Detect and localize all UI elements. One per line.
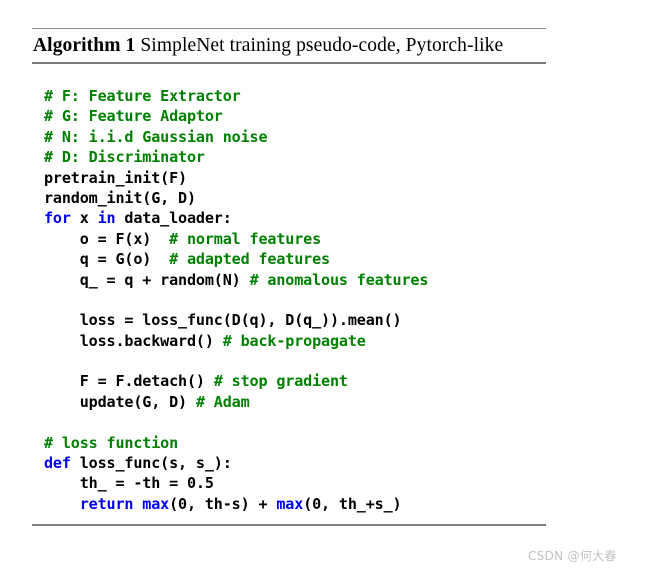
code-token-keyword: return max (79, 494, 170, 513)
csdn-watermark: CSDN @何大春 (528, 549, 617, 563)
code-token-plain: o = F(x) (44, 229, 170, 248)
code-token-comment: # normal features (169, 229, 322, 248)
code-token-plain: loss.backward() (44, 331, 223, 350)
code-line: for x in data_loader: (44, 208, 604, 228)
code-line: # N: i.i.d Gaussian noise (44, 127, 604, 147)
code-token-plain: (0, th-s) + (169, 494, 277, 513)
code-line: update(G, D) # Adam (44, 392, 604, 412)
code-token-plain: data_loader: (115, 209, 232, 228)
code-token-plain: update(G, D) (44, 392, 196, 411)
code-line: random_init(G, D) (44, 188, 604, 208)
code-token-plain: pretrain_init(F) (44, 168, 187, 187)
code-token-comment: # F: Feature Extractor (44, 87, 241, 105)
code-token-comment: # D: Discriminator (44, 148, 205, 167)
code-line: F = F.detach() # stop gradient (44, 371, 604, 391)
code-line: return max(0, th-s) + max(0, th_+s_) (44, 494, 604, 514)
title-underline-rule (32, 61, 546, 64)
code-line: # G: Feature Adaptor (44, 106, 604, 126)
code-token-plain: loss = loss_func(D(q), D(q_)).mean() (44, 311, 402, 330)
pseudo-code-listing: # F: Feature Extractor # G: Feature Adapt… (44, 86, 604, 514)
code-line: # F: Feature Extractor (44, 86, 604, 106)
code-token-plain: (0, th_+s_) (303, 494, 402, 513)
code-line: loss = loss_func(D(q), D(q_)).mean() (44, 310, 604, 330)
code-token-comment: # back-propagate (222, 331, 366, 350)
code-token-plain: q_ = q + random(N) (44, 270, 250, 289)
algorithm-number-label: Algorithm 1 (33, 35, 136, 56)
code-token-comment: # N: i.i.d Gaussian noise (44, 127, 268, 146)
code-token-comment: # Adam (195, 392, 250, 411)
code-token-comment: # G: Feature Adaptor (44, 107, 223, 126)
bottom-rule (32, 524, 546, 526)
code-token-plain: q = G(o) (44, 250, 170, 269)
code-token-plain: loss_func(s, s_): (70, 454, 232, 473)
code-token-comment: # anomalous features (249, 270, 429, 289)
code-line: th_ = -th = 0.5 (44, 473, 604, 493)
code-line: q_ = q + random(N) # anomalous features (44, 270, 604, 290)
code-token-keyword: for (44, 209, 71, 228)
code-token-comment: # loss function (44, 433, 179, 452)
code-line: # loss function (44, 433, 604, 453)
code-line: o = F(x) # normal features (44, 229, 604, 249)
code-token-keyword: in (97, 209, 116, 228)
code-token-keyword: def (44, 454, 71, 473)
code-token-plain: th_ = -th = 0.5 (44, 474, 214, 493)
code-line: def loss_func(s, s_): (44, 453, 604, 473)
algorithm-caption: SimpleNet training pseudo-code, Pytorch-… (135, 35, 504, 56)
code-line: pretrain_init(F) (44, 168, 604, 188)
code-line: # D: Discriminator (44, 147, 604, 167)
code-token-comment: # stop gradient (213, 372, 348, 391)
algorithm-title: Algorithm 1 SimpleNet training pseudo-co… (32, 29, 546, 62)
code-token-comment: # adapted features (169, 250, 330, 269)
code-token-keyword: max (276, 494, 304, 513)
algorithm-block: Algorithm 1 SimpleNet training pseudo-co… (32, 28, 546, 64)
code-token-plain: F = F.detach() (44, 372, 214, 391)
code-token-plain: random_init(G, D) (44, 188, 196, 207)
code-line: loss.backward() # back-propagate (44, 331, 604, 351)
code-line: q = G(o) # adapted features (44, 249, 604, 269)
code-token-plain: x (70, 209, 98, 228)
